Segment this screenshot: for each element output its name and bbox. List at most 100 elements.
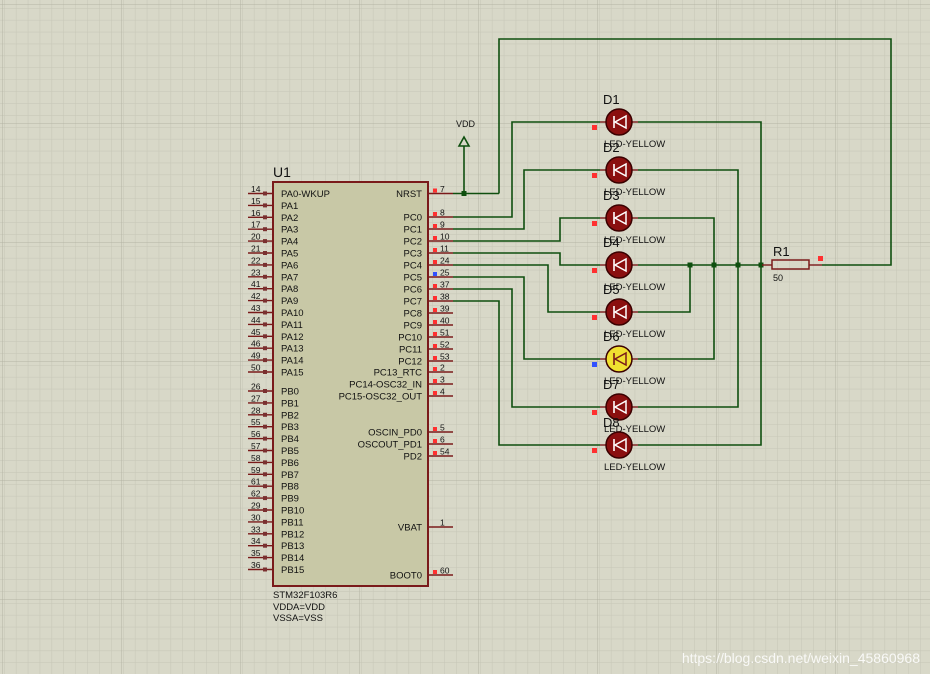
pin-label: PB3 bbox=[281, 422, 299, 433]
junction-dot bbox=[735, 262, 741, 268]
pin-label: BOOT0 bbox=[390, 571, 422, 582]
pin-number: 2 bbox=[440, 363, 445, 373]
pin-number: 43 bbox=[251, 303, 261, 313]
pin-label: PB8 bbox=[281, 482, 299, 493]
pin-label: PA14 bbox=[281, 356, 304, 367]
pin-label: PB7 bbox=[281, 470, 299, 481]
pin-label: PC12 bbox=[398, 357, 422, 368]
pin-number: 38 bbox=[440, 292, 450, 302]
pin-label: NRST bbox=[396, 189, 422, 200]
pin-number: 45 bbox=[251, 327, 261, 337]
pin-label: PB15 bbox=[281, 565, 304, 576]
pin-label: PC8 bbox=[404, 309, 422, 320]
pin-label: PA6 bbox=[281, 260, 298, 271]
pin-label: PC7 bbox=[404, 297, 422, 308]
pin-label: OSCOUT_PD1 bbox=[358, 440, 422, 451]
pin-label: PB1 bbox=[281, 398, 299, 409]
pin-number: 4 bbox=[440, 387, 445, 397]
pin-number: 44 bbox=[251, 315, 261, 325]
led-ref: D6 bbox=[603, 329, 620, 344]
pin-number: 34 bbox=[251, 536, 261, 546]
led-type: LED-YELLOW bbox=[604, 462, 665, 473]
chip-note-vssa: VSSA=VSS bbox=[273, 613, 323, 624]
pin-number: 23 bbox=[251, 267, 261, 277]
schematic-canvas[interactable]: U1STM32F103R6VDDA=VDDVSSA=VSS14 PA0-WKUP1… bbox=[0, 0, 930, 674]
led-body bbox=[605, 298, 633, 326]
pin-number: 20 bbox=[251, 232, 261, 242]
pin-number: 33 bbox=[251, 524, 261, 534]
pin-label: PA2 bbox=[281, 213, 298, 224]
pin-number: 3 bbox=[440, 375, 445, 385]
pin-label: PC15-OSC32_OUT bbox=[339, 392, 423, 403]
pin-number: 5 bbox=[440, 423, 445, 433]
watermark: https://blog.csdn.net/weixin_45860968 bbox=[681, 650, 920, 666]
pin-label: PB5 bbox=[281, 446, 299, 457]
pin-label: PA11 bbox=[281, 320, 303, 331]
pin-number: 10 bbox=[440, 232, 450, 242]
pin-number: 50 bbox=[251, 363, 261, 373]
pin-number: 55 bbox=[251, 417, 261, 427]
led-ref: D2 bbox=[603, 140, 620, 155]
led-ref: D3 bbox=[603, 188, 620, 203]
led-body bbox=[605, 431, 633, 459]
pin-number: 57 bbox=[251, 441, 261, 451]
pin-number: 17 bbox=[251, 220, 261, 230]
pin-number: 54 bbox=[440, 447, 450, 457]
pin-number: 7 bbox=[440, 184, 445, 194]
led-body bbox=[605, 204, 633, 232]
pin-number: 41 bbox=[251, 279, 261, 289]
pin-number: 59 bbox=[251, 465, 261, 475]
pin-label: PC10 bbox=[398, 333, 422, 344]
pin-number: 61 bbox=[251, 477, 261, 487]
chip-ref: U1 bbox=[273, 164, 291, 180]
pin-number: 11 bbox=[440, 244, 449, 254]
pin-number: 30 bbox=[251, 512, 261, 522]
mcu-u1[interactable]: U1STM32F103R6VDDA=VDDVSSA=VSS14 PA0-WKUP1… bbox=[248, 164, 453, 624]
pin-label: PC4 bbox=[404, 261, 422, 272]
chip-note-vdda: VDDA=VDD bbox=[273, 602, 325, 613]
led-body bbox=[605, 108, 633, 136]
pin-label: PB0 bbox=[281, 387, 299, 398]
pin-label: PC6 bbox=[404, 285, 422, 296]
led-ref: D7 bbox=[603, 377, 620, 392]
pin-number: 46 bbox=[251, 339, 261, 349]
junction-dot bbox=[687, 262, 693, 268]
pin-number: 14 bbox=[251, 184, 261, 194]
pin-label: PB9 bbox=[281, 494, 299, 505]
pin-number: 49 bbox=[251, 351, 261, 361]
pin-label: VBAT bbox=[398, 523, 422, 534]
pin-number: 42 bbox=[251, 291, 261, 301]
led-ref: D1 bbox=[603, 92, 620, 107]
pin-number: 29 bbox=[251, 501, 261, 511]
pin-label: PC1 bbox=[404, 225, 422, 236]
pin-label: PC5 bbox=[404, 273, 422, 284]
led-body bbox=[605, 251, 633, 279]
led-ref: D4 bbox=[603, 235, 620, 250]
junction-dot bbox=[711, 262, 717, 268]
pin-number: 24 bbox=[440, 256, 450, 266]
pin-label: PA9 bbox=[281, 296, 298, 307]
pin-label: PC0 bbox=[404, 213, 422, 224]
pin-label: PC14-OSC32_IN bbox=[349, 380, 422, 391]
led-body bbox=[605, 345, 633, 373]
pin-label: OSCIN_PD0 bbox=[368, 428, 422, 439]
pin-number: 58 bbox=[251, 453, 261, 463]
pin-label: PC2 bbox=[404, 237, 422, 248]
pin-label: PA7 bbox=[281, 272, 298, 283]
pin-label: PB13 bbox=[281, 541, 304, 552]
pin-label: PD2 bbox=[404, 452, 422, 463]
pin-number: 56 bbox=[251, 429, 261, 439]
vdd-label: VDD bbox=[456, 119, 476, 129]
pin-number: 51 bbox=[440, 328, 450, 338]
pin-number: 36 bbox=[251, 560, 261, 570]
pin-number: 37 bbox=[440, 280, 450, 290]
pin-label: PB12 bbox=[281, 529, 304, 540]
pin-number: 21 bbox=[251, 244, 261, 254]
pin-label: PA13 bbox=[281, 344, 304, 355]
pin-number: 35 bbox=[251, 548, 261, 558]
pin-number: 1 bbox=[440, 518, 445, 528]
pin-number: 9 bbox=[440, 220, 445, 230]
led-ref: D5 bbox=[603, 282, 620, 297]
pin-label: PC3 bbox=[404, 249, 422, 260]
pin-label: PA1 bbox=[281, 201, 298, 212]
